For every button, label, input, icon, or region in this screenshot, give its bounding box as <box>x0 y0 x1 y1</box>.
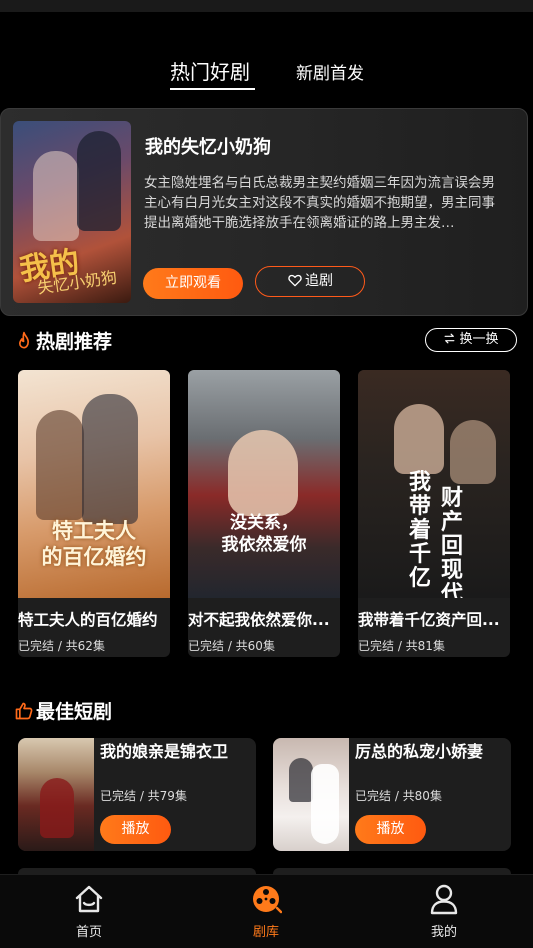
poster-title-art: 财产回现代 <box>440 485 463 598</box>
flame-icon <box>19 331 29 349</box>
poster-figure <box>311 764 339 844</box>
status-bar <box>0 0 533 12</box>
swap-icon <box>445 333 455 344</box>
hot-drama-meta: 已完结 / 共81集 <box>358 639 445 653</box>
poster-title-art: 我带着千亿 <box>408 469 431 591</box>
best-drama-title: 厉总的私宠小娇妻 <box>355 742 484 761</box>
poster-title-art: 特工夫人 的百亿婚约 <box>41 518 147 569</box>
poster-figure <box>82 394 138 524</box>
best-drama-card[interactable]: 我的娘亲是锦衣卫 已完结 / 共79集 播放 <box>18 738 256 851</box>
poster-figure <box>33 151 79 241</box>
nav-label: 剧库 <box>252 925 279 940</box>
hot-drama-meta: 已完结 / 共62集 <box>18 639 105 653</box>
hot-drama-poster: 没关系， 我依然爱你 <box>188 370 340 598</box>
best-section-title: 最佳短剧 <box>36 701 113 723</box>
poster-figure <box>450 420 496 484</box>
featured-description: 女主隐姓埋名与白氏总裁男主契约婚姻三年因为流言误会男主心有白月光女主对这段不真实… <box>144 175 495 231</box>
poster-figure <box>394 404 444 474</box>
hot-drama-poster: 我带着千亿 财产回现代 <box>358 370 510 598</box>
poster-figure <box>228 430 298 516</box>
follow-drama-button[interactable]: 追剧 <box>255 266 365 297</box>
nav-label: 首页 <box>75 925 102 940</box>
hot-drama-poster: 特工夫人 的百亿婚约 <box>18 370 170 598</box>
hot-drama-card[interactable]: 我带着千亿 财产回现代 我带着千亿资产回... 已完结 / 共81集 <box>358 370 510 657</box>
active-tab-indicator <box>170 88 255 90</box>
nav-profile[interactable]: 我的 <box>384 875 504 948</box>
refresh-button[interactable]: 换一换 <box>425 328 517 352</box>
hot-drama-title: 我带着千亿资产回... <box>358 611 500 629</box>
poster-figure <box>40 778 74 838</box>
play-button[interactable]: 播放 <box>100 815 171 844</box>
hot-section-title: 热剧推荐 <box>36 331 113 353</box>
nav-home[interactable]: 首页 <box>29 875 149 948</box>
hot-drama-meta: 已完结 / 共60集 <box>188 639 275 653</box>
poster-title-art: 没关系， 我依然爱你 <box>221 513 307 555</box>
tab-hot-dramas[interactable]: 热门好剧 <box>170 56 250 85</box>
thumbs-up-icon <box>15 702 33 720</box>
poster-figure <box>36 410 84 520</box>
tab-new-releases[interactable]: 新剧首发 <box>296 59 364 84</box>
featured-poster[interactable]: 我的 失忆小奶狗 <box>13 121 131 303</box>
home-icon <box>75 885 103 913</box>
best-drama-thumbnail <box>18 738 94 851</box>
featured-title[interactable]: 我的失忆小奶狗 <box>145 133 271 159</box>
poster-figure <box>289 758 313 802</box>
watch-now-button[interactable]: 立即观看 <box>143 268 243 299</box>
profile-icon <box>430 884 458 915</box>
refresh-label: 换一换 <box>459 332 499 347</box>
best-section-header: 最佳短剧 <box>14 697 112 724</box>
best-drama-title: 我的娘亲是锦衣卫 <box>100 742 229 761</box>
play-button[interactable]: 播放 <box>355 815 426 844</box>
nav-library[interactable]: 剧库 <box>206 875 326 948</box>
hot-drama-title: 对不起我依然爱你... <box>188 611 330 629</box>
poster-figure <box>77 131 121 231</box>
hot-section-header: 热剧推荐 <box>14 327 112 354</box>
hot-drama-title: 特工夫人的百亿婚约 <box>18 611 158 629</box>
best-drama-meta: 已完结 / 共79集 <box>100 789 187 803</box>
best-drama-card[interactable]: 厉总的私宠小娇妻 已完结 / 共80集 播放 <box>273 738 511 851</box>
nav-label: 我的 <box>430 925 457 940</box>
best-drama-meta: 已完结 / 共80集 <box>355 789 442 803</box>
heart-icon <box>288 274 302 287</box>
bottom-nav: 首页 剧库 我的 <box>0 874 533 948</box>
best-drama-thumbnail <box>273 738 349 851</box>
follow-label: 追剧 <box>305 273 333 289</box>
hot-drama-card[interactable]: 特工夫人 的百亿婚约 特工夫人的百亿婚约 已完结 / 共62集 <box>18 370 170 657</box>
top-tabs: 热门好剧 新剧首发 <box>0 56 533 92</box>
hot-drama-card[interactable]: 没关系， 我依然爱你 对不起我依然爱你... 已完结 / 共60集 <box>188 370 340 657</box>
film-reel-icon <box>253 886 282 914</box>
